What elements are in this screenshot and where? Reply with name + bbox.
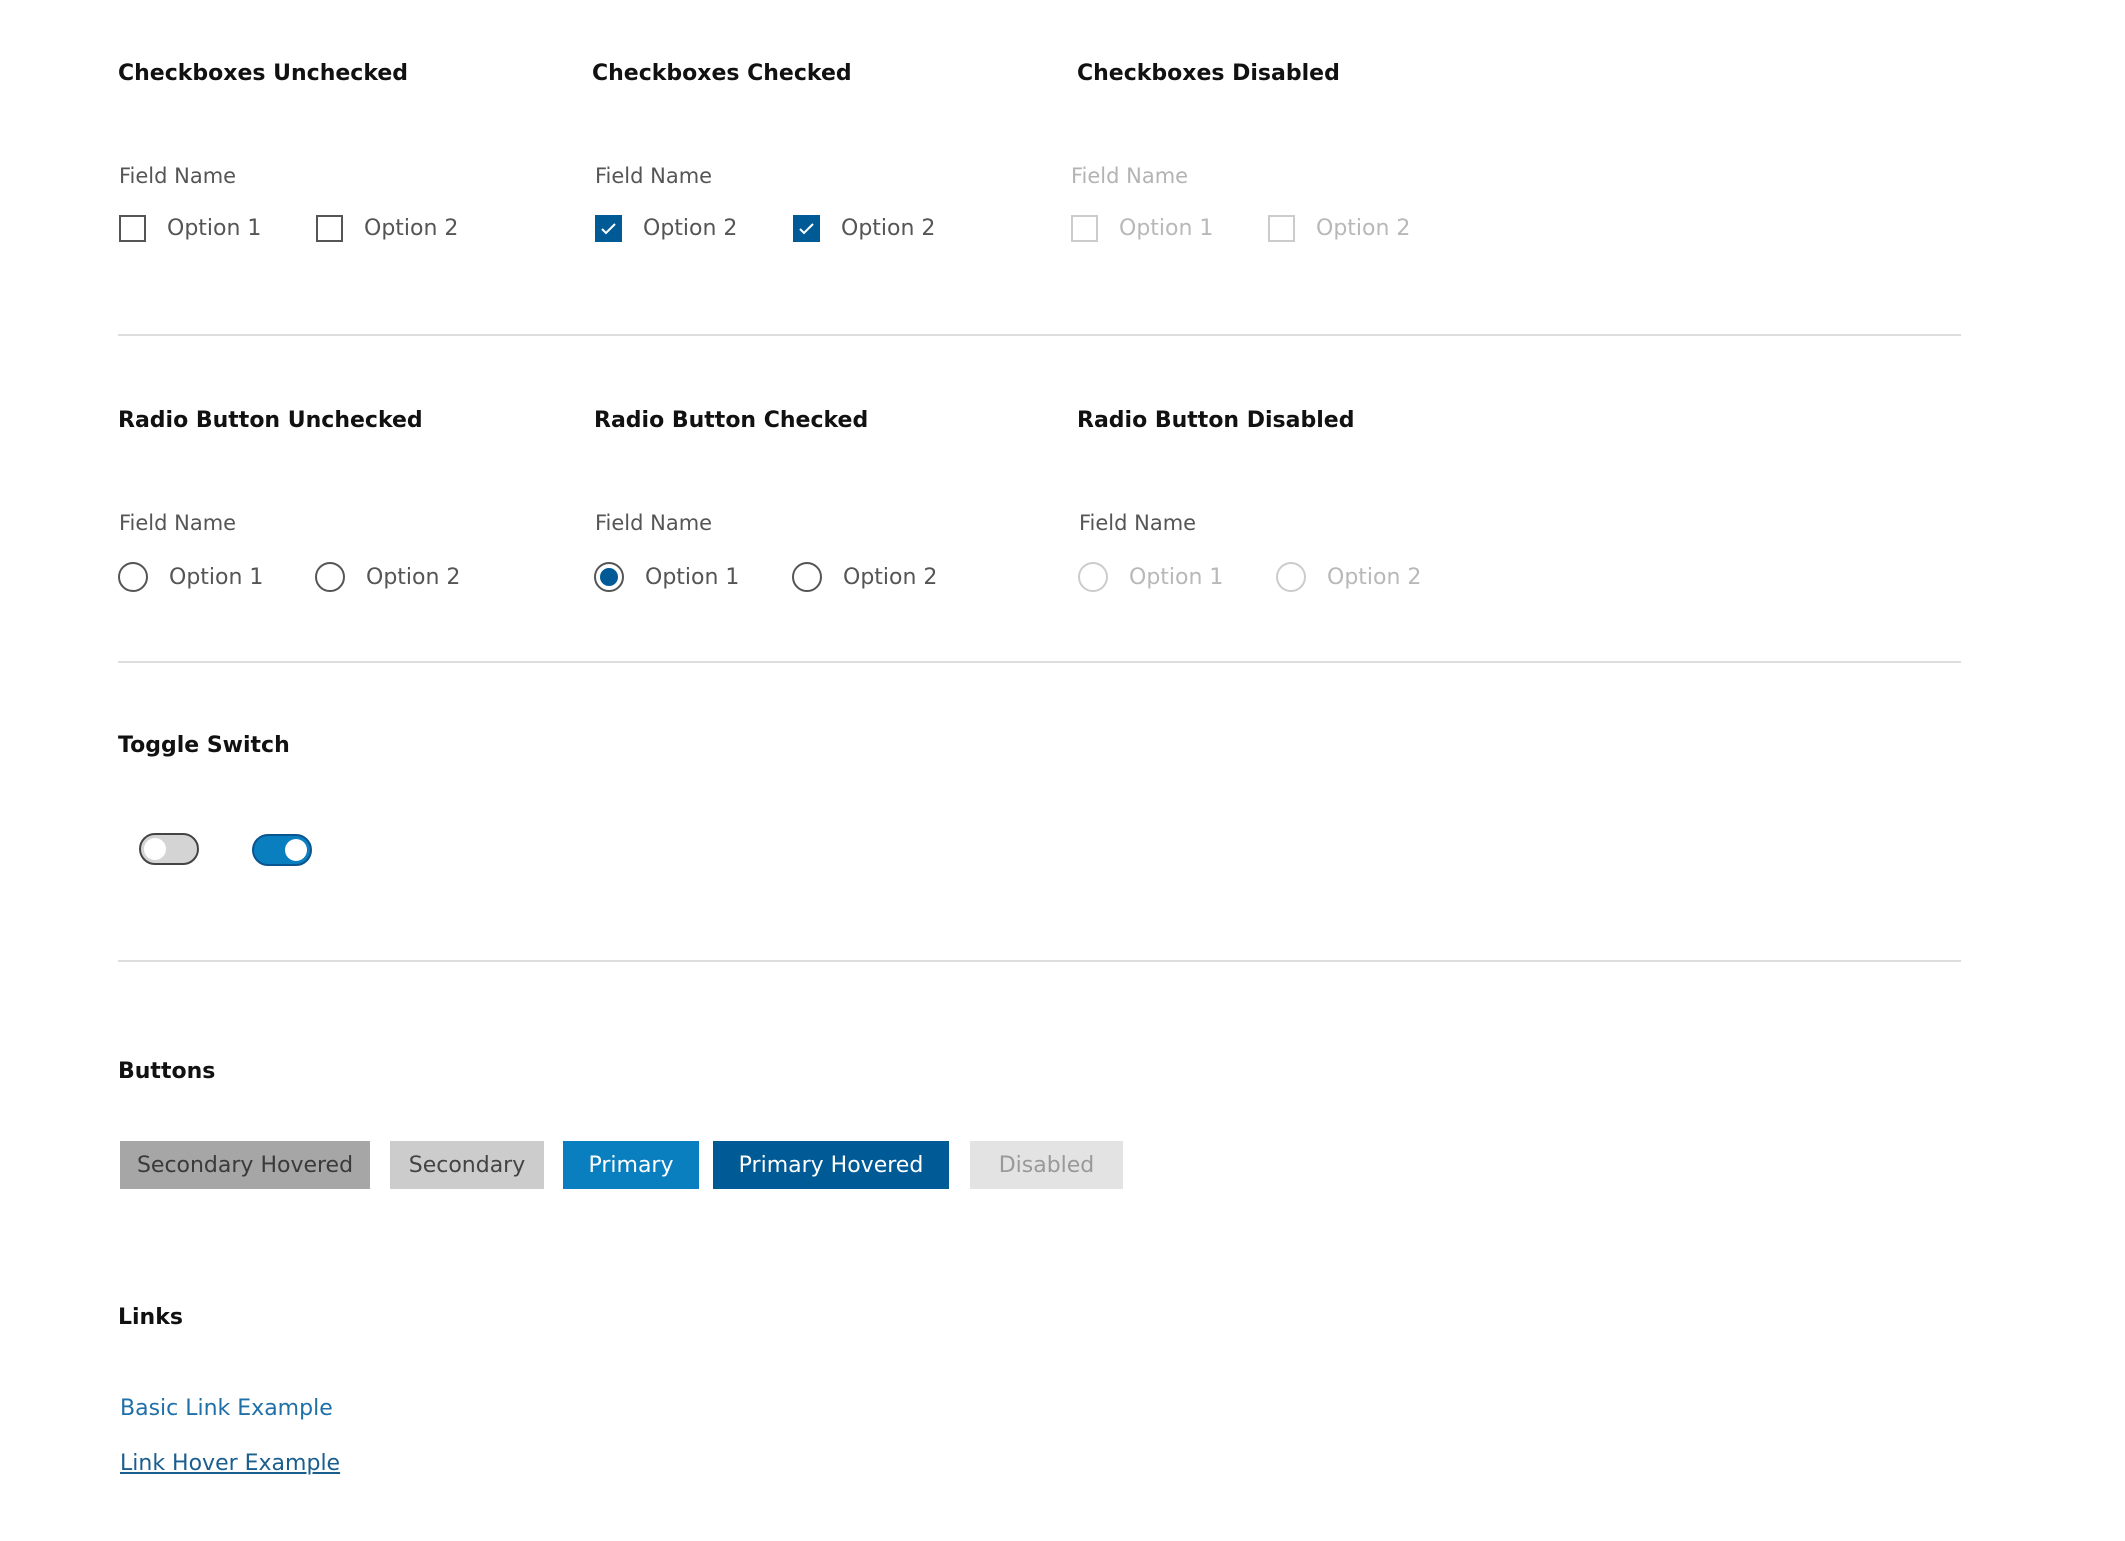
checkbox-option-label: Option 1 (1119, 216, 1214, 241)
radio-option-label: Option 2 (366, 564, 461, 590)
checkboxes-checked-heading: Checkboxes Checked (592, 61, 852, 86)
checkbox-checked-option-1[interactable]: Option 2 (595, 215, 737, 242)
toggle-switch-off[interactable] (139, 833, 199, 865)
checkbox-option-label: Option 2 (643, 216, 738, 241)
radio-selected-dot (600, 568, 618, 586)
disabled-button: Disabled (970, 1141, 1123, 1189)
basic-link[interactable]: Basic Link Example (120, 1396, 333, 1421)
radio-unchecked-heading: Radio Button Unchecked (118, 408, 423, 433)
radio-checked-option-2[interactable]: Option 2 (792, 562, 937, 592)
checkbox-disabled-option-1: Option 1 (1071, 215, 1213, 242)
toggle-switch-heading: Toggle Switch (118, 733, 290, 758)
checkmark-icon (601, 223, 616, 235)
hover-link[interactable]: Link Hover Example (120, 1451, 340, 1476)
checkboxes-unchecked-heading: Checkboxes Unchecked (118, 61, 409, 86)
secondary-hovered-button[interactable]: Secondary Hovered (120, 1141, 370, 1189)
checkbox-box-checked[interactable] (595, 215, 622, 242)
radio-circle-disabled (1276, 562, 1306, 592)
checkbox-option-label: Option 1 (167, 216, 262, 241)
checkbox-disabled-field-label: Field Name (1071, 164, 1189, 188)
checkmark-icon (799, 223, 814, 235)
primary-button[interactable]: Primary (563, 1141, 699, 1189)
radio-circle-selected[interactable] (594, 562, 624, 592)
checkbox-disabled-option-2: Option 2 (1268, 215, 1410, 242)
radio-unchecked-option-2[interactable]: Option 2 (315, 562, 460, 592)
radio-disabled-heading: Radio Button Disabled (1077, 408, 1355, 433)
checkbox-option-label: Option 2 (841, 216, 936, 241)
checkbox-option-label: Option 2 (1316, 216, 1411, 241)
secondary-button[interactable]: Secondary (390, 1141, 544, 1189)
section-divider (118, 334, 1961, 336)
radio-checked-option-1[interactable]: Option 1 (594, 562, 739, 592)
checkbox-box-disabled (1268, 215, 1295, 242)
radio-checked-field-label: Field Name (595, 511, 713, 535)
toggle-switch-on[interactable] (252, 834, 312, 866)
primary-hovered-button[interactable]: Primary Hovered (713, 1141, 949, 1189)
checkbox-box-checked[interactable] (793, 215, 820, 242)
radio-unchecked-field-label: Field Name (119, 511, 237, 535)
radio-option-label: Option 2 (843, 564, 938, 590)
radio-circle[interactable] (118, 562, 148, 592)
radio-checked-heading: Radio Button Checked (594, 408, 869, 433)
checkbox-box-disabled (1071, 215, 1098, 242)
radio-unchecked-option-1[interactable]: Option 1 (118, 562, 263, 592)
links-heading: Links (118, 1305, 183, 1330)
checkbox-unchecked-option-1[interactable]: Option 1 (119, 215, 261, 242)
checkbox-checked-field-label: Field Name (595, 164, 713, 188)
radio-disabled-field-label: Field Name (1079, 511, 1197, 535)
buttons-heading: Buttons (118, 1059, 216, 1084)
section-divider (118, 661, 1961, 663)
checkboxes-disabled-heading: Checkboxes Disabled (1077, 61, 1340, 86)
toggle-knob (285, 839, 307, 861)
section-divider (118, 960, 1961, 962)
radio-option-label: Option 2 (1327, 564, 1422, 590)
checkbox-unchecked-field-label: Field Name (119, 164, 237, 188)
checkbox-unchecked-option-2[interactable]: Option 2 (316, 215, 458, 242)
checkbox-checked-option-2[interactable]: Option 2 (793, 215, 935, 242)
radio-option-label: Option 1 (169, 564, 264, 590)
radio-disabled-option-2: Option 2 (1276, 562, 1421, 592)
checkbox-option-label: Option 2 (364, 216, 459, 241)
radio-circle-disabled (1078, 562, 1108, 592)
radio-circle[interactable] (792, 562, 822, 592)
radio-circle[interactable] (315, 562, 345, 592)
checkbox-box[interactable] (119, 215, 146, 242)
checkbox-box[interactable] (316, 215, 343, 242)
radio-disabled-option-1: Option 1 (1078, 562, 1223, 592)
radio-option-label: Option 1 (1129, 564, 1224, 590)
toggle-knob (144, 838, 166, 860)
radio-option-label: Option 1 (645, 564, 740, 590)
